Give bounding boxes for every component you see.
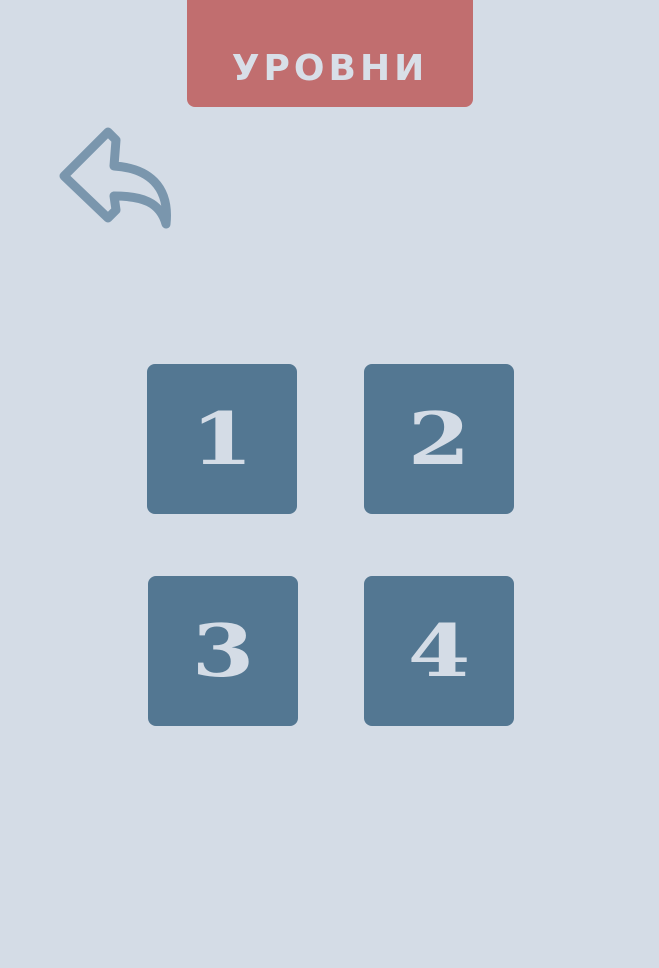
level-3-button[interactable]: 3 — [148, 576, 298, 726]
level-1-button[interactable]: 1 — [147, 364, 297, 514]
level-number: 3 — [191, 608, 255, 693]
title-banner: УРОВНИ — [187, 0, 473, 107]
page-title: УРОВНИ — [231, 48, 429, 89]
level-2-button[interactable]: 2 — [364, 364, 514, 514]
level-4-button[interactable]: 4 — [364, 576, 514, 726]
back-arrow-icon — [59, 127, 171, 229]
back-button[interactable] — [52, 124, 178, 234]
level-number: 2 — [407, 396, 471, 481]
level-number: 4 — [407, 608, 471, 693]
level-number: 1 — [190, 396, 254, 481]
